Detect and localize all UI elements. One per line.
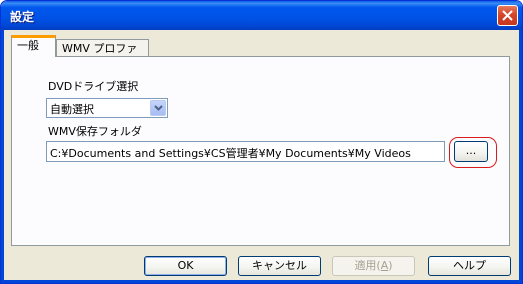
dvd-drive-value: 自動選択 bbox=[50, 103, 94, 116]
wmv-folder-label: WMV保存フォルダ bbox=[48, 125, 142, 138]
settings-dialog: 設定 一般 WMV プロファイル DVDドライブ選択 自動選択 WMV保存フォル… bbox=[0, 0, 523, 284]
dvd-drive-select[interactable]: 自動選択 bbox=[46, 98, 168, 118]
apply-button[interactable]: 適用(A) bbox=[332, 256, 415, 276]
wmv-folder-path-field[interactable]: C:¥Documents and Settings¥CS管理者¥My Docum… bbox=[46, 141, 445, 162]
apply-label-close: ) bbox=[388, 259, 393, 272]
cancel-button[interactable]: キャンセル bbox=[238, 256, 321, 276]
help-button[interactable]: ヘルプ bbox=[428, 256, 511, 276]
chevron-down-icon bbox=[154, 105, 163, 111]
window-frame-bottom bbox=[1, 280, 522, 283]
dropdown-arrow-button[interactable] bbox=[150, 100, 166, 116]
close-icon bbox=[502, 10, 513, 21]
window-title: 設定 bbox=[10, 10, 35, 24]
tab-general[interactable]: 一般 bbox=[11, 35, 56, 57]
browse-folder-button[interactable]: ... bbox=[454, 141, 488, 162]
window-frame-right bbox=[519, 30, 522, 283]
window-frame-left bbox=[1, 30, 4, 283]
title-bar[interactable]: 設定 bbox=[1, 1, 522, 30]
dvd-drive-label: DVDドライブ選択 bbox=[48, 80, 139, 93]
close-button[interactable] bbox=[497, 5, 518, 26]
apply-label: 適用( bbox=[354, 259, 381, 272]
general-tab-panel: DVDドライブ選択 自動選択 WMV保存フォルダ C:¥Documents an… bbox=[11, 56, 510, 246]
ok-button[interactable]: OK bbox=[144, 256, 227, 276]
